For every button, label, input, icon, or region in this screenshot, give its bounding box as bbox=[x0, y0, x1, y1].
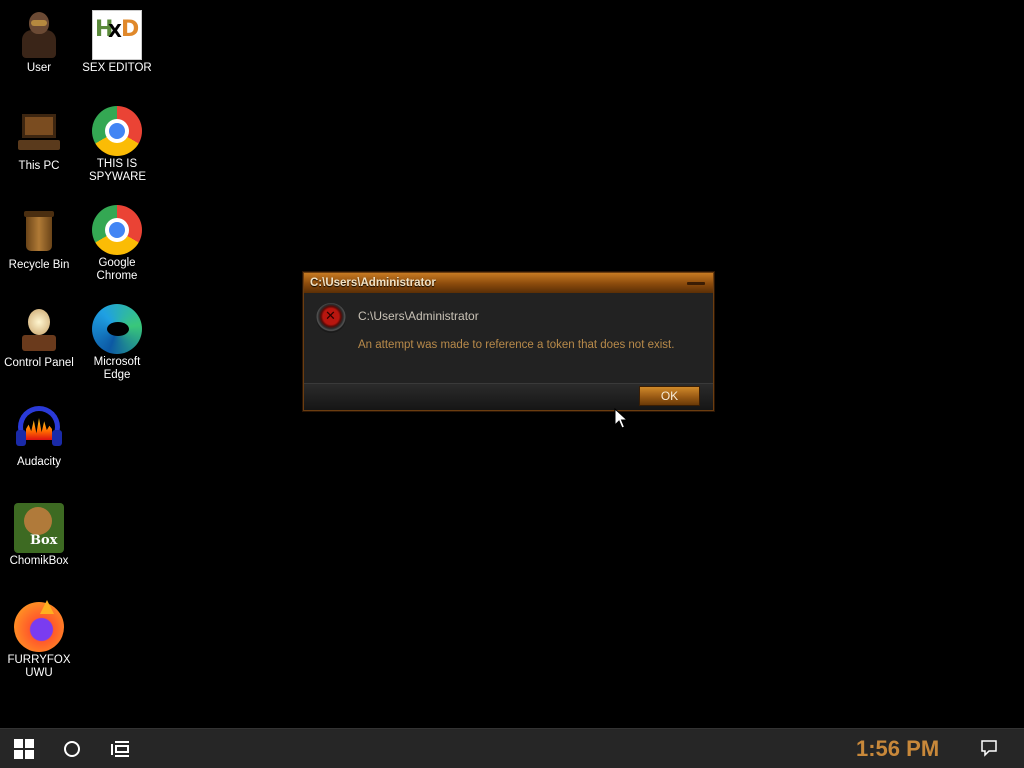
dialog-heading: C:\Users\Administrator bbox=[358, 309, 479, 323]
desktop-icon-label: Audacity bbox=[16, 456, 62, 468]
desktop-icon-sex-editor[interactable]: H D X SEX EDITOR bbox=[79, 10, 155, 75]
desktop-icon-this-is-spyware[interactable]: THIS IS SPYWARE bbox=[79, 106, 155, 184]
desktop-icon-recycle-bin[interactable]: Recycle Bin bbox=[1, 207, 77, 272]
start-button[interactable] bbox=[0, 729, 48, 768]
desktop-icon-chomikbox[interactable]: Box ChomikBox bbox=[1, 503, 77, 568]
desktop-icon-this-pc[interactable]: This PC bbox=[1, 108, 77, 173]
desktop-icon-label: Recycle Bin bbox=[8, 259, 70, 271]
windows-logo-icon bbox=[14, 738, 34, 759]
dialog-title: C:\Users\Administrator bbox=[310, 277, 436, 289]
desktop-icon-label: SEX EDITOR bbox=[82, 62, 152, 74]
desktop-icon-label: User bbox=[26, 62, 52, 74]
chomik-logo-text: Box bbox=[30, 533, 58, 548]
desktop-icon-microsoft-edge[interactable]: Microsoft Edge bbox=[79, 304, 155, 382]
chrome-icon bbox=[92, 106, 142, 156]
hxd-logo-x: X bbox=[108, 21, 122, 42]
chrome-icon bbox=[92, 205, 142, 255]
hex-editor-icon: H D X bbox=[92, 10, 142, 60]
desktop-icon-google-chrome[interactable]: Google Chrome bbox=[79, 205, 155, 283]
taskbar-clock[interactable]: 1:56 PM bbox=[856, 736, 939, 762]
error-icon: ✕ bbox=[316, 303, 346, 333]
audacity-icon bbox=[14, 404, 64, 454]
search-button[interactable] bbox=[48, 729, 96, 768]
search-circle-icon bbox=[64, 740, 80, 757]
close-icon bbox=[687, 281, 705, 285]
error-dialog: C:\Users\Administrator ✕ C:\Users\Admini… bbox=[303, 272, 714, 411]
hxd-logo-d: D bbox=[121, 17, 140, 42]
dialog-titlebar[interactable]: C:\Users\Administrator bbox=[304, 273, 713, 293]
task-view-icon bbox=[111, 740, 129, 757]
dialog-message: An attempt was made to reference a token… bbox=[358, 339, 675, 351]
desktop-icon-label: THIS IS SPYWARE bbox=[89, 158, 147, 183]
action-center-icon[interactable] bbox=[980, 739, 998, 757]
task-view-button[interactable] bbox=[96, 729, 144, 768]
dialog-footer: OK bbox=[304, 383, 713, 410]
user-icon bbox=[14, 10, 64, 60]
mouse-cursor-icon bbox=[614, 408, 628, 429]
desktop-icon-label: Control Panel bbox=[4, 357, 74, 369]
desktop-icon-label: FURRYFOX UWU bbox=[7, 654, 71, 679]
desktop-icon-label: ChomikBox bbox=[9, 555, 69, 567]
ok-button[interactable]: OK bbox=[639, 386, 700, 406]
desktop-icon-label: Microsoft Edge bbox=[93, 356, 141, 381]
chomikbox-icon: Box bbox=[14, 503, 64, 553]
dialog-close-button[interactable] bbox=[685, 279, 707, 287]
desktop-icon-furryfox[interactable]: FURRYFOX UWU bbox=[1, 600, 77, 680]
computer-icon bbox=[14, 108, 64, 158]
desktop-icon-label: This PC bbox=[18, 160, 60, 172]
control-panel-icon bbox=[14, 305, 64, 355]
desktop-icon-label: Google Chrome bbox=[96, 257, 138, 282]
desktop-icon-control-panel[interactable]: Control Panel bbox=[1, 305, 77, 370]
desktop-icon-audacity[interactable]: Audacity bbox=[1, 404, 77, 469]
desktop-icon-user[interactable]: User bbox=[1, 10, 77, 75]
recycle-bin-icon bbox=[14, 207, 64, 257]
edge-icon bbox=[92, 304, 142, 354]
firefox-icon bbox=[14, 600, 64, 652]
dialog-content: ✕ C:\Users\Administrator An attempt was … bbox=[304, 293, 713, 383]
